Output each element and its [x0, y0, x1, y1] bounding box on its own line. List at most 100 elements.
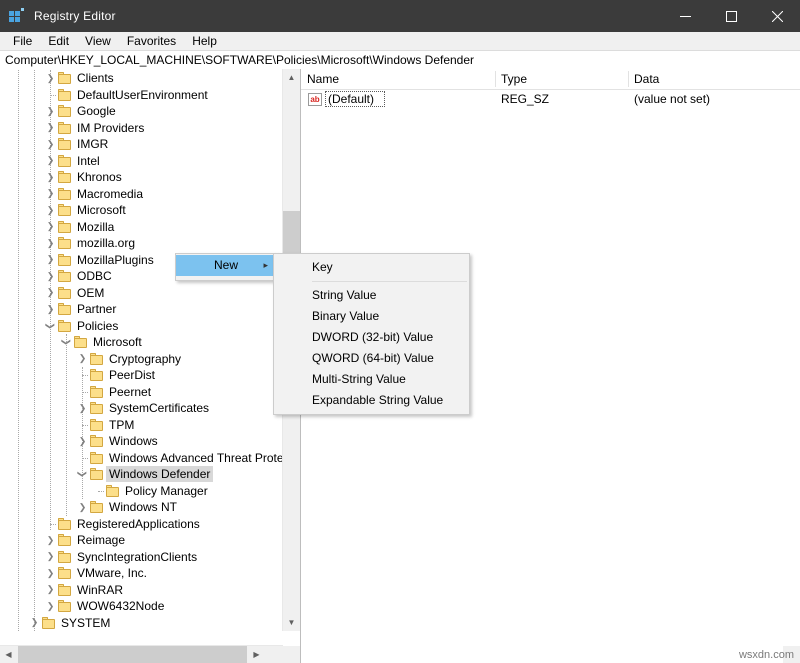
tree-node-winrar[interactable]: ❯WinRAR	[0, 582, 282, 599]
context-submenu-new[interactable]: Key String Value Binary Value DWORD (32-…	[273, 253, 470, 415]
close-button[interactable]	[754, 0, 800, 32]
tree-node-peerdist[interactable]: PeerDist	[0, 367, 282, 384]
tree-hscroll-thumb[interactable]	[18, 646, 247, 663]
registry-editor-window: Registry Editor File Edit View Favorites…	[0, 0, 800, 663]
folder-icon	[58, 89, 72, 101]
tree-node-google[interactable]: ❯Google	[0, 103, 282, 120]
chevron-right-icon[interactable]: ❯	[44, 169, 57, 185]
tree-node-peernet[interactable]: Peernet	[0, 384, 282, 401]
submenu-item-qword-value[interactable]: QWORD (64-bit) Value	[274, 348, 469, 369]
menu-item-edit[interactable]: Edit	[41, 33, 76, 49]
tree-node-microsoft[interactable]: ❯Microsoft	[0, 202, 282, 219]
chevron-right-icon[interactable]: ❯	[44, 532, 57, 548]
submenu-item-key[interactable]: Key	[274, 257, 469, 278]
tree-node-windows[interactable]: ❯ Windows	[0, 433, 282, 450]
tree-node-reimage[interactable]: ❯Reimage	[0, 532, 282, 549]
tree-node-cryptography[interactable]: ❯Cryptography	[0, 351, 282, 368]
chevron-right-icon[interactable]: ❯	[44, 285, 57, 301]
context-menu-new-label: New	[214, 258, 238, 272]
tree-node-label: RegisteredApplications	[77, 516, 200, 532]
tree-node-policies[interactable]: ❯Policies	[0, 318, 282, 335]
chevron-right-icon[interactable]: ❯	[44, 70, 57, 86]
registry-tree-pane: ❯ClientsDefaultUserEnvironment❯Google❯IM…	[0, 69, 301, 663]
tree-node-windows-defender[interactable]: ❯Windows Defender	[0, 466, 282, 483]
tree-node-label: Policy Manager	[125, 483, 208, 499]
tree-node-syncintegrationclients[interactable]: ❯SyncIntegrationClients	[0, 549, 282, 566]
tree-node-policy-manager[interactable]: Policy Manager	[0, 483, 282, 500]
tree-node-clients[interactable]: ❯ Clients	[0, 70, 282, 87]
chevron-right-icon[interactable]: ❯	[76, 400, 89, 416]
chevron-down-icon[interactable]: ❯	[75, 468, 91, 481]
chevron-right-icon[interactable]: ❯	[44, 252, 57, 268]
submenu-item-multi-string-value[interactable]: Multi-String Value	[274, 369, 469, 390]
tree-node-mozilla[interactable]: ❯Mozilla	[0, 219, 282, 236]
tree-node-macromedia[interactable]: ❯Macromedia	[0, 186, 282, 203]
column-header-data[interactable]: Data	[628, 69, 800, 89]
scroll-down-arrow-icon[interactable]: ▼	[283, 614, 300, 631]
tree-node-registeredapplications[interactable]: RegisteredApplications	[0, 516, 282, 533]
tree-node-tpm[interactable]: TPM	[0, 417, 282, 434]
tree-node-microsoft[interactable]: ❯Microsoft	[0, 334, 282, 351]
column-header-type[interactable]: Type	[495, 69, 628, 89]
tree-node-intel[interactable]: ❯Intel	[0, 153, 282, 170]
registry-tree[interactable]: ❯ClientsDefaultUserEnvironment❯Google❯IM…	[0, 70, 282, 631]
tree-node-windows-nt[interactable]: ❯Windows NT	[0, 499, 282, 516]
chevron-right-icon[interactable]: ❯	[44, 235, 57, 251]
chevron-right-icon[interactable]: ❯	[28, 615, 41, 631]
chevron-right-icon[interactable]: ❯	[44, 268, 57, 284]
tree-node-label: Windows	[109, 433, 158, 449]
chevron-right-icon[interactable]: ❯	[44, 598, 57, 614]
tree-node-mozilla-org[interactable]: ❯mozilla.org	[0, 235, 282, 252]
chevron-right-icon[interactable]: ❯	[44, 120, 57, 136]
maximize-button[interactable]	[708, 0, 754, 32]
tree-node-im-providers[interactable]: ❯ IM Providers	[0, 120, 282, 137]
chevron-right-icon[interactable]: ❯	[76, 433, 89, 449]
chevron-right-icon[interactable]: ❯	[44, 219, 57, 235]
chevron-right-icon[interactable]: ❯	[76, 499, 89, 515]
chevron-down-icon[interactable]: ❯	[43, 319, 59, 332]
address-bar[interactable]: Computer\HKEY_LOCAL_MACHINE\SOFTWARE\Pol…	[0, 50, 800, 70]
chevron-right-icon[interactable]: ❯	[44, 153, 57, 169]
scroll-right-arrow-icon[interactable]: ▶	[248, 646, 265, 663]
menu-item-favorites[interactable]: Favorites	[120, 33, 183, 49]
menu-item-file[interactable]: File	[6, 33, 39, 49]
chevron-right-icon[interactable]: ❯	[44, 136, 57, 152]
tree-horizontal-scrollbar[interactable]: ◀ ▶	[0, 645, 283, 663]
chevron-right-icon[interactable]: ❯	[44, 103, 57, 119]
chevron-right-icon[interactable]: ❯	[44, 186, 57, 202]
tree-node-khronos[interactable]: ❯Khronos	[0, 169, 282, 186]
submenu-item-binary-value[interactable]: Binary Value	[274, 306, 469, 327]
context-menu-new[interactable]: New ▸	[175, 253, 277, 281]
tree-node-vmware-inc[interactable]: ❯VMware, Inc.	[0, 565, 282, 582]
submenu-item-expandable-string-value[interactable]: Expandable String Value	[274, 390, 469, 411]
tree-node-oem[interactable]: ❯OEM	[0, 285, 282, 302]
tree-node-partner[interactable]: ❯Partner	[0, 301, 282, 318]
value-row-default[interactable]: ab (Default) REG_SZ (value not set)	[301, 90, 800, 109]
folder-icon	[58, 320, 72, 332]
tree-node-windows-advanced-threat-protecti[interactable]: Windows Advanced Threat Protecti	[0, 450, 282, 467]
tree-node-defaultuserenvironment[interactable]: DefaultUserEnvironment	[0, 87, 282, 104]
chevron-right-icon[interactable]: ❯	[44, 202, 57, 218]
chevron-down-icon[interactable]: ❯	[59, 336, 75, 349]
tree-node-wow6432node[interactable]: ❯WOW6432Node	[0, 598, 282, 615]
menu-item-view[interactable]: View	[78, 33, 118, 49]
tree-node-systemcertificates[interactable]: ❯SystemCertificates	[0, 400, 282, 417]
title-bar: Registry Editor	[0, 0, 800, 32]
column-header-name[interactable]: Name	[301, 69, 495, 89]
menu-item-help[interactable]: Help	[185, 33, 224, 49]
scroll-left-arrow-icon[interactable]: ◀	[0, 646, 17, 663]
submenu-item-string-value[interactable]: String Value	[274, 285, 469, 306]
scroll-up-arrow-icon[interactable]: ▲	[283, 69, 300, 86]
tree-node-label: IM Providers	[77, 120, 144, 136]
minimize-button[interactable]	[662, 0, 708, 32]
chevron-right-icon[interactable]: ❯	[44, 582, 57, 598]
tree-node-label: Clients	[77, 70, 114, 86]
chevron-right-icon[interactable]: ❯	[44, 565, 57, 581]
submenu-item-dword-value[interactable]: DWORD (32-bit) Value	[274, 327, 469, 348]
chevron-right-icon[interactable]: ❯	[76, 351, 89, 367]
chevron-right-icon[interactable]: ❯	[44, 549, 57, 565]
tree-node-system[interactable]: ❯SYSTEM	[0, 615, 282, 632]
context-menu-item-new[interactable]: New ▸	[176, 255, 276, 276]
chevron-right-icon[interactable]: ❯	[44, 301, 57, 317]
tree-node-imgr[interactable]: ❯IMGR	[0, 136, 282, 153]
